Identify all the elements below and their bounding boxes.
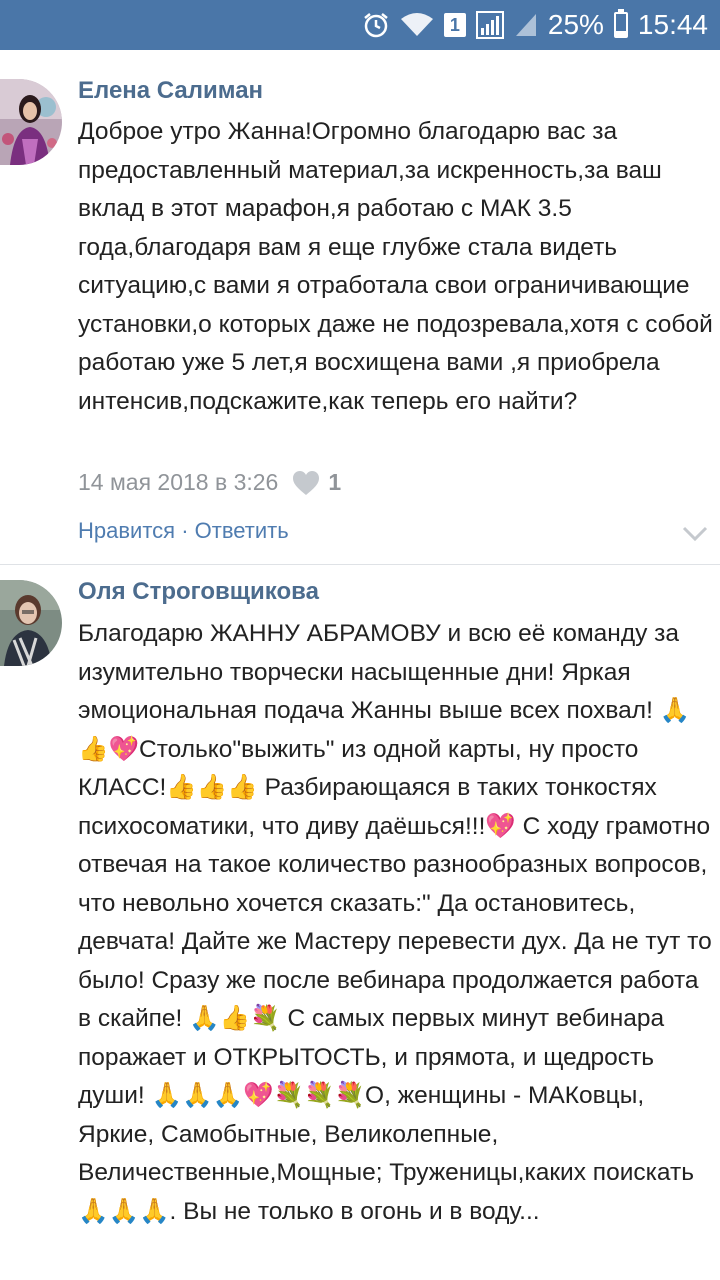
avatar[interactable] — [0, 79, 62, 165]
signal-icon — [475, 11, 504, 39]
status-bar: 1 25% 15:44 — [0, 0, 720, 50]
comment-meta: 14 мая 2018 в 3:26 1 — [78, 469, 341, 496]
battery-icon — [613, 9, 628, 38]
comment-timestamp[interactable]: 14 мая 2018 в 3:26 — [78, 469, 278, 496]
chevron-down-icon[interactable] — [682, 526, 708, 542]
sim-1-icon: 1 — [443, 13, 466, 37]
wifi-icon — [400, 12, 434, 38]
battery-percent: 25% — [547, 9, 604, 40]
like-link[interactable]: Нравится — [78, 518, 175, 543]
comment-text: Благодарю ЖАННУ АБРАМОВУ и всю её команд… — [78, 620, 712, 1225]
alarm-icon — [362, 11, 390, 39]
heart-icon[interactable] — [292, 470, 320, 496]
comment-author[interactable]: Оля Строговщикова — [78, 578, 319, 606]
action-separator: · — [175, 518, 195, 543]
like-count: 1 — [328, 469, 342, 495]
comment-divider — [0, 564, 720, 565]
avatar[interactable] — [0, 580, 62, 666]
status-icons: 1 25% 15:44 — [362, 0, 708, 50]
battery-level — [615, 30, 626, 36]
reply-link[interactable]: Ответить — [195, 518, 289, 543]
signal-no-data-icon — [514, 12, 538, 38]
clock: 15:44 — [637, 9, 708, 40]
comment-actions: Нравится · Ответить — [78, 518, 289, 544]
comment-author[interactable]: Елена Салиман — [78, 77, 263, 105]
comment-text: Доброе утро Жанна!Огромно благодарю вас … — [78, 118, 720, 415]
